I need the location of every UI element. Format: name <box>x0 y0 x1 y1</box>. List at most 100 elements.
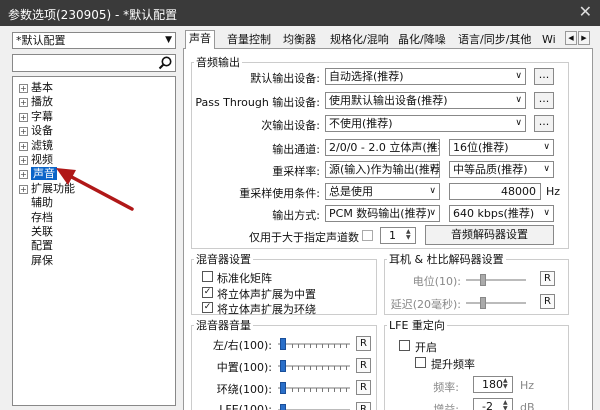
spinner-arrows-icon[interactable]: ▲ ▼ <box>406 229 414 242</box>
chevron-down-icon: ∨ <box>543 142 550 152</box>
default-device-more-button[interactable]: ... <box>534 68 554 85</box>
level-reset-button[interactable]: R <box>540 271 555 286</box>
level-slider[interactable] <box>466 274 526 286</box>
slider-thumb[interactable] <box>280 338 286 350</box>
preset-select-value: *默认配置 <box>16 34 66 47</box>
slider-tick <box>292 366 293 370</box>
tab[interactable]: 语言/同步/其他 <box>455 32 534 49</box>
slider-thumb[interactable] <box>480 297 486 309</box>
search-icon[interactable] <box>157 55 173 71</box>
channel-count-spinner[interactable]: 1 ▲ ▼ <box>380 227 416 244</box>
mixer-volume-reset-button[interactable]: R <box>356 358 371 373</box>
tree-item[interactable]: + 播放 <box>19 95 53 109</box>
channel-select[interactable]: 2/0/0 - 2.0 立体声(推荐 ∨ <box>325 139 440 156</box>
lfe-gain-spinner[interactable]: -2 ▲ ▼ <box>473 398 513 410</box>
slider-thumb[interactable] <box>280 360 286 372</box>
slider-thumb[interactable] <box>280 382 286 394</box>
tree-item[interactable]: 辅助 <box>19 196 53 210</box>
spinner-arrows-icon[interactable]: ▲ ▼ <box>503 378 511 391</box>
delay-reset-button[interactable]: R <box>540 294 555 309</box>
tree-item[interactable]: 关联 <box>19 225 53 239</box>
tree-item[interactable]: 存档 <box>19 211 53 225</box>
slider-tick <box>316 388 317 392</box>
resample-condition-select[interactable]: 总是使用 ∨ <box>325 183 440 200</box>
preset-select[interactable]: *默认配置 ▼ <box>12 32 176 49</box>
expand-plus-icon[interactable]: + <box>19 141 28 151</box>
slider-tick <box>298 388 299 392</box>
expand-plus-icon[interactable]: + <box>19 98 28 108</box>
title-bar[interactable]: 参数选项(230905) - *默认配置 ✕ <box>0 0 600 26</box>
bitrate-value: 640 kbps(推荐) <box>453 207 535 220</box>
expand-plus-icon[interactable]: + <box>19 84 28 93</box>
slider-tick <box>316 344 317 348</box>
delay-label: 延迟(20毫秒): <box>390 298 461 311</box>
expand-plus-icon[interactable]: + <box>19 112 28 122</box>
delay-slider[interactable] <box>466 297 526 309</box>
close-icon[interactable]: ✕ <box>579 2 592 21</box>
bit-depth-select[interactable]: 16位(推荐) ∨ <box>449 139 554 156</box>
lfe-boost-label: 提升频率 <box>431 358 475 371</box>
mixer-volume-slider[interactable] <box>278 404 350 410</box>
tree-item[interactable]: 配置 <box>19 239 53 253</box>
secondary-device-more-button[interactable]: ... <box>534 115 554 132</box>
tree-item[interactable]: + 声音 <box>19 167 57 181</box>
tab[interactable]: 声音 <box>185 30 215 50</box>
expand-plus-icon[interactable]: + <box>19 127 28 137</box>
tree-item[interactable]: + 字幕 <box>19 110 53 124</box>
mixer-volume-label: 中置(100): <box>216 361 272 374</box>
search-box[interactable] <box>12 54 176 72</box>
slider-thumb[interactable] <box>280 404 286 410</box>
headphone-dolby-legend: 耳机 & 杜比解码器设置 <box>389 253 504 266</box>
tree-item[interactable]: + 滤镜 <box>19 139 53 153</box>
tab-content-sound: 音频输出 默认输出设备: 自动选择(推荐) ∨ ... Pass Through… <box>183 49 593 410</box>
search-input[interactable] <box>13 55 153 71</box>
slider-tick <box>292 388 293 392</box>
tab[interactable]: 晶化/降噪 <box>395 32 449 49</box>
mixer-volume-reset-button[interactable]: R <box>356 380 371 395</box>
resample-select[interactable]: 源(输入)作为输出(推荐 ∨ <box>325 161 440 178</box>
passthrough-device-select[interactable]: 使用默认输出设备(推荐) ∨ <box>325 92 526 109</box>
tree-item[interactable]: + 视频 <box>19 153 53 167</box>
settings-tree: + 基本 + 播放 + 字幕 + 设备 + 滤镜 + 视频 + 声音 + 扩展功能 辅助 存档 关联 配置 屏保 <box>12 76 176 406</box>
tab[interactable]: 规格化/混响 <box>327 32 392 49</box>
tab-scroll-left-icon[interactable]: ◀ <box>565 31 577 45</box>
tree-item[interactable]: + 设备 <box>19 124 53 138</box>
mixer-volume-slider[interactable] <box>278 360 350 372</box>
expand-plus-icon[interactable]: + <box>19 184 28 194</box>
tab[interactable]: 音量控制 <box>224 32 274 49</box>
quality-select[interactable]: 中等品质(推荐) ∨ <box>449 161 554 178</box>
spinner-arrows-icon[interactable]: ▲ ▼ <box>503 400 511 410</box>
slider-tick <box>310 344 311 348</box>
stereo-to-center-checkbox[interactable]: ✓ <box>202 287 213 298</box>
tree-item-label: 基本 <box>31 81 53 94</box>
tab-scroll-right-icon[interactable]: ▶ <box>578 31 590 45</box>
only-more-channels-checkbox[interactable] <box>362 230 373 241</box>
mixer-volume-slider[interactable] <box>278 382 350 394</box>
tab[interactable]: 均衡器 <box>280 32 319 49</box>
lfe-enable-checkbox[interactable] <box>399 340 410 351</box>
bitrate-select[interactable]: 640 kbps(推荐) ∨ <box>449 205 554 222</box>
lfe-enable-label: 开启 <box>415 341 437 354</box>
tab[interactable]: Wi <box>539 32 559 49</box>
audio-decoder-settings-button[interactable]: 音频解码器设置 <box>425 225 554 245</box>
sample-rate-input[interactable]: 48000 <box>449 183 541 200</box>
lfe-frequency-spinner[interactable]: 180 ▲ ▼ <box>473 376 513 393</box>
expand-plus-icon[interactable]: + <box>19 156 28 165</box>
secondary-device-select[interactable]: 不使用(推荐) ∨ <box>325 115 526 132</box>
tree-item[interactable]: + 基本 <box>19 81 53 95</box>
default-device-select[interactable]: 自动选择(推荐) ∨ <box>325 68 526 85</box>
tree-item[interactable]: + 扩展功能 <box>19 182 75 196</box>
lfe-boost-checkbox[interactable] <box>415 357 426 368</box>
expand-plus-icon[interactable]: + <box>19 170 28 180</box>
mixer-volume-slider[interactable] <box>278 338 350 350</box>
slider-thumb[interactable] <box>480 274 486 286</box>
tree-item[interactable]: 屏保 <box>19 254 53 268</box>
stereo-to-surround-checkbox[interactable]: ✓ <box>202 302 213 313</box>
standard-matrix-checkbox[interactable] <box>202 271 213 282</box>
slider-tick <box>322 344 323 348</box>
mixer-volume-reset-button[interactable]: R <box>356 402 371 410</box>
mixer-volume-reset-button[interactable]: R <box>356 336 371 351</box>
passthrough-device-more-button[interactable]: ... <box>534 92 554 109</box>
output-mode-select[interactable]: PCM 数码输出(推荐) ∨ <box>325 205 440 222</box>
slider-tick <box>298 344 299 348</box>
